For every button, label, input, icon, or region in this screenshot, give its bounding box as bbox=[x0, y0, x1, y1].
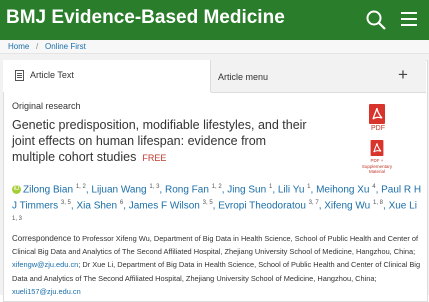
document-icon bbox=[15, 70, 24, 81]
author-affiliation: 1, 3 bbox=[12, 215, 23, 222]
pdf-supplementary-icon[interactable] bbox=[369, 140, 385, 156]
author-name[interactable]: Zilong Bian bbox=[23, 184, 73, 195]
pdf-supplementary-link[interactable]: PDF + Supplementary Material bbox=[356, 158, 398, 175]
site-header: BMJ Evidence-Based Medicine bbox=[0, 0, 429, 40]
correspondence: Correspondence to Professor Xifeng Wu, D… bbox=[12, 232, 422, 298]
author-affiliation: 1, 2 bbox=[211, 184, 222, 190]
hamburger-menu-icon[interactable] bbox=[401, 12, 417, 26]
author-list: iD Zilong Bian 1, 2, Lijuan Wang 1, 3, Ro… bbox=[12, 184, 422, 222]
author-name[interactable]: Jing Sun bbox=[227, 184, 266, 195]
breadcrumb-separator: / bbox=[36, 42, 39, 51]
author-name[interactable]: Evropi Theodoratou bbox=[218, 200, 306, 211]
author-affiliation: 1 bbox=[307, 184, 311, 190]
article-section: Original research bbox=[12, 101, 81, 111]
author-name[interactable]: Xifeng Wu bbox=[324, 200, 370, 211]
tab-article-menu-label: Article menu bbox=[218, 72, 269, 82]
expand-plus-icon[interactable]: + bbox=[398, 65, 408, 85]
article-title: Genetic predisposition, modifiable lifes… bbox=[12, 117, 307, 166]
pdf-link[interactable]: PDF bbox=[371, 125, 385, 132]
breadcrumb-online-first[interactable]: Online First bbox=[45, 42, 86, 51]
journal-title[interactable]: BMJ Evidence-Based Medicine bbox=[6, 7, 285, 29]
author-affiliation: 1, 2 bbox=[75, 184, 86, 190]
author-affiliation: 1 bbox=[268, 184, 273, 190]
author-affiliation: 3, 5 bbox=[60, 199, 71, 206]
author-name[interactable]: Xue Li bbox=[389, 200, 417, 211]
author-affiliation: 3, 7 bbox=[308, 199, 319, 206]
author-name[interactable]: Meihong Xu bbox=[316, 184, 369, 195]
tab-article-menu[interactable]: Article menu + bbox=[211, 60, 426, 93]
pdf-icon[interactable] bbox=[367, 104, 387, 124]
breadcrumb: Home / Online First bbox=[0, 40, 429, 54]
author-affiliation: 4 bbox=[372, 184, 376, 190]
author-affiliation: 3, 5 bbox=[202, 199, 213, 206]
author-affiliation: 1, 3 bbox=[149, 184, 160, 190]
author-name[interactable]: Rong Fan bbox=[165, 184, 209, 195]
tab-article-text[interactable]: Article Text bbox=[3, 60, 211, 92]
breadcrumb-home[interactable]: Home bbox=[8, 42, 29, 51]
correspondence-label: Correspondence to bbox=[12, 234, 81, 243]
free-badge: FREE bbox=[142, 153, 167, 163]
author-affiliation: 1, 8 bbox=[372, 199, 383, 206]
orcid-icon[interactable]: iD bbox=[12, 185, 21, 195]
author-name[interactable]: James F Wilson bbox=[129, 200, 200, 211]
author-name[interactable]: Lijuan Wang bbox=[91, 184, 146, 195]
tab-article-text-label: Article Text bbox=[30, 70, 74, 80]
search-icon[interactable] bbox=[365, 9, 387, 31]
author-affiliation: 6 bbox=[119, 199, 124, 206]
email-link-2[interactable]: xueli157@zju.edu.cn bbox=[12, 287, 81, 296]
email-link-1[interactable]: xifengw@zju.edu.cn bbox=[12, 260, 78, 269]
author-name[interactable]: Xia Shen bbox=[76, 200, 117, 211]
author-name[interactable]: Lili Yu bbox=[278, 184, 305, 195]
